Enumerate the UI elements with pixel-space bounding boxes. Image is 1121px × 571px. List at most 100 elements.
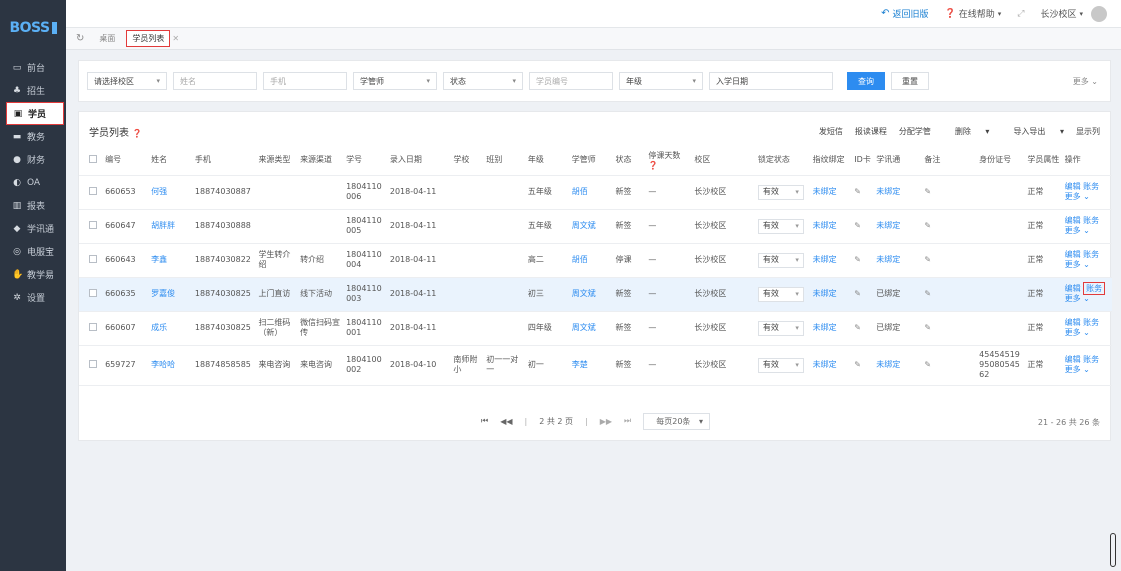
more-menu[interactable]: 更多 ⌄ — [1065, 328, 1090, 337]
more-menu[interactable]: 更多 ⌄ — [1065, 226, 1090, 235]
student-name-link[interactable]: 李鑫 — [149, 243, 193, 278]
id-card-edit-icon[interactable]: ✎ — [852, 311, 875, 346]
sidebar-item-academic[interactable]: ▬ 教务 — [0, 125, 66, 148]
manager-select[interactable]: 学管师 ▾ — [353, 72, 437, 90]
id-card-edit-icon[interactable]: ✎ — [852, 345, 875, 386]
student-name-link[interactable]: 胡胖胖 — [149, 209, 193, 244]
account-link[interactable]: 账务 — [1083, 250, 1099, 259]
name-input[interactable]: 姓名 — [173, 72, 257, 90]
account-link[interactable]: 账务 — [1083, 216, 1099, 225]
tab-student-list[interactable]: 学员列表 — [126, 30, 171, 47]
remark-edit-icon[interactable]: ✎ — [922, 345, 978, 386]
remark-edit-icon[interactable]: ✎ — [922, 277, 978, 312]
student-number-input[interactable]: 学员编号 — [529, 72, 613, 90]
phone-input[interactable]: 手机 — [263, 72, 347, 90]
sidebar-item-reports[interactable]: ▥ 报表 — [0, 194, 66, 217]
sidebar-item-settings[interactable]: ✲ 设置 — [0, 286, 66, 309]
manager-link[interactable]: 李楚 — [569, 345, 614, 386]
row-checkbox[interactable] — [79, 311, 104, 346]
lock-status-select[interactable]: 有效 ▾ — [755, 311, 811, 346]
xuexuntong-bind-link[interactable]: 未绑定 — [874, 175, 923, 210]
more-menu[interactable]: 更多 ⌄ — [1065, 192, 1090, 201]
lock-status-select[interactable]: 有效 ▾ — [755, 209, 811, 244]
row-checkbox[interactable] — [79, 175, 104, 210]
lock-status-select[interactable]: 有效 ▾ — [755, 345, 811, 386]
row-checkbox[interactable] — [79, 209, 104, 244]
manager-link[interactable]: 周文斌 — [569, 209, 614, 244]
remark-edit-icon[interactable]: ✎ — [922, 311, 978, 346]
online-help-menu[interactable]: ❓ 在线帮助 ▾ — [945, 7, 1002, 21]
row-checkbox[interactable] — [79, 243, 104, 278]
send-sms-button[interactable]: 发短信 — [819, 126, 843, 137]
reset-button[interactable]: 重置 — [891, 72, 929, 90]
id-card-edit-icon[interactable]: ✎ — [852, 175, 875, 210]
lock-status-select[interactable]: 有效 ▾ — [755, 277, 811, 312]
fingerprint-bind-link[interactable]: 未绑定 — [810, 345, 853, 386]
xuexuntong-bind-link[interactable]: 未绑定 — [874, 345, 923, 386]
first-page-icon[interactable]: ⏮ — [481, 416, 488, 426]
refresh-icon[interactable]: ↻ — [76, 33, 84, 44]
lock-status-select[interactable]: 有效 ▾ — [755, 243, 811, 278]
import-export-menu[interactable]: 导入导出 ▾ — [1001, 126, 1064, 137]
remark-edit-icon[interactable]: ✎ — [922, 175, 978, 210]
more-filters-link[interactable]: 更多 ⌄ — [1073, 76, 1098, 87]
grade-select[interactable]: 年级 ▾ — [619, 72, 703, 90]
student-name-link[interactable]: 罗嘉俊 — [149, 277, 193, 312]
fullscreen-button[interactable]: ⤢ — [1017, 9, 1024, 19]
fingerprint-bind-link[interactable]: 未绑定 — [810, 243, 853, 278]
student-name-link[interactable]: 李哈哈 — [149, 345, 193, 386]
scroll-indicator[interactable] — [1110, 533, 1116, 567]
table-row[interactable]: 660647 胡胖胖 18874030888 1804110005 2018-04-11… — [79, 209, 1112, 244]
sidebar-item-enrollment[interactable]: ♣ 招生 — [0, 79, 66, 102]
xuexuntong-bind-link[interactable]: 已绑定 — [874, 311, 923, 346]
sidebar-item-xuexuntong[interactable]: ◆ 学讯通 — [0, 217, 66, 240]
account-link[interactable]: 账务 — [1083, 355, 1099, 364]
back-to-old-version-link[interactable]: ↶ 返回旧版 — [881, 7, 928, 20]
sidebar-item-front-desk[interactable]: ▭ 前台 — [0, 56, 66, 79]
table-row[interactable]: 660607 成乐 18874030825 扫二维码（新） 微信扫码宣传 18041100… — [79, 311, 1112, 346]
fingerprint-bind-link[interactable]: 未绑定 — [810, 277, 853, 312]
more-menu[interactable]: 更多 ⌄ — [1065, 260, 1090, 269]
edit-link[interactable]: 编辑 — [1065, 355, 1081, 364]
student-name-link[interactable]: 何强 — [149, 175, 193, 210]
account-link[interactable]: 账务 — [1083, 318, 1099, 327]
edit-link[interactable]: 编辑 — [1065, 216, 1081, 225]
close-tab-icon[interactable]: ✕ — [172, 34, 179, 43]
edit-link[interactable]: 编辑 — [1065, 318, 1081, 327]
student-name-link[interactable]: 成乐 — [149, 311, 193, 346]
account-link[interactable]: 账务 — [1083, 182, 1099, 191]
status-select[interactable]: 状态 ▾ — [443, 72, 523, 90]
table-row[interactable]: 659727 李哈哈 18874858585 来电咨询 来电咨询 1804100002 20… — [79, 345, 1112, 386]
prev-page-icon[interactable]: ◀◀ — [500, 417, 512, 426]
sidebar-item-students[interactable]: ▣ 学员 — [6, 102, 64, 125]
edit-link[interactable]: 编辑 — [1065, 182, 1081, 191]
xuexuntong-bind-link[interactable]: 未绑定 — [874, 209, 923, 244]
id-card-edit-icon[interactable]: ✎ — [852, 277, 875, 312]
sidebar-item-oa[interactable]: ◐ OA — [0, 171, 66, 194]
assign-manager-button[interactable]: 分配学管 — [899, 126, 931, 137]
delete-menu[interactable]: 删除 ▾ — [943, 126, 990, 137]
table-row[interactable]: 660635 罗嘉俊 18874030825 上门直访 线下活动 1804110003 20… — [79, 277, 1112, 312]
remark-edit-icon[interactable]: ✎ — [922, 209, 978, 244]
manager-link[interactable]: 胡佰 — [569, 243, 614, 278]
page-info[interactable]: 2 共 2 页 — [539, 416, 573, 427]
row-checkbox[interactable] — [79, 345, 104, 386]
more-menu[interactable]: 更多 ⌄ — [1065, 294, 1090, 303]
enroll-date-input[interactable]: 入学日期 — [709, 72, 833, 90]
campus-switcher[interactable]: 长沙校区 ▾ — [1040, 5, 1107, 22]
manager-link[interactable]: 周文斌 — [569, 311, 614, 346]
sidebar-item-jiaoxueyi[interactable]: ✋ 教学易 — [0, 263, 66, 286]
campus-select[interactable]: 请选择校区 ▾ — [87, 72, 167, 90]
show-columns-button[interactable]: 显示列 — [1076, 126, 1100, 137]
sidebar-item-finance[interactable]: ● 财务 — [0, 148, 66, 171]
select-all-checkbox[interactable] — [79, 145, 104, 176]
xuexuntong-bind-link[interactable]: 未绑定 — [874, 243, 923, 278]
tab-desktop[interactable]: 桌面 — [94, 31, 120, 46]
id-card-edit-icon[interactable]: ✎ — [852, 243, 875, 278]
more-menu[interactable]: 更多 ⌄ — [1065, 365, 1090, 374]
enroll-course-button[interactable]: 报读课程 — [855, 126, 887, 137]
xuexuntong-bind-link[interactable]: 已绑定 — [874, 277, 923, 312]
remark-edit-icon[interactable]: ✎ — [922, 243, 978, 278]
table-row[interactable]: 660653 何强 18874030887 1804110006 2018-04-11 五… — [79, 175, 1112, 210]
fingerprint-bind-link[interactable]: 未绑定 — [810, 209, 853, 244]
